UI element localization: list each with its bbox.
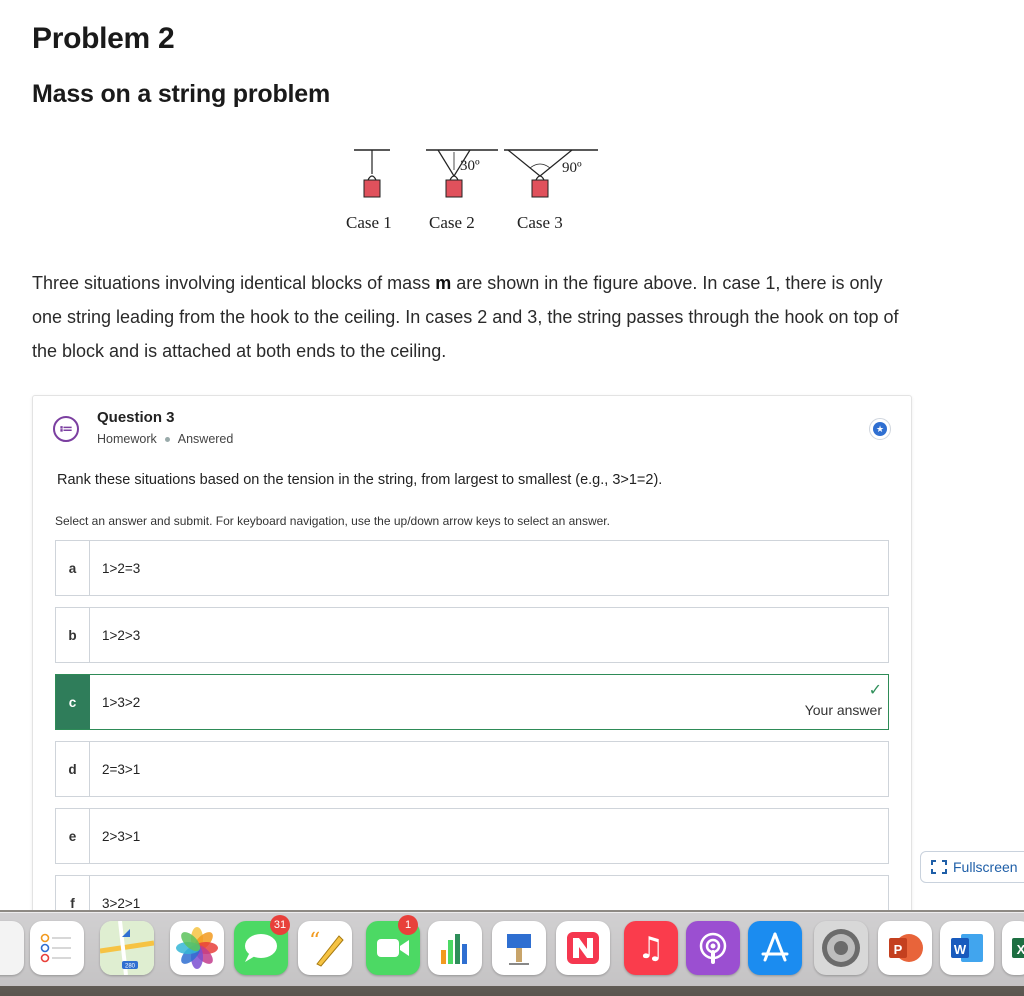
answer-option-e[interactable]: e 2>3>1: [55, 808, 889, 864]
reminders-icon[interactable]: [30, 921, 84, 975]
facetime-badge: 1: [398, 915, 418, 935]
case1-diagram: [354, 149, 390, 198]
maps-icon[interactable]: 280: [100, 921, 154, 975]
your-answer-indicator: ✓ Your answer: [804, 682, 882, 719]
answer-text: 1>2>3: [102, 627, 141, 643]
dock: 280 31 “ 1 ♫ P W X: [0, 912, 1024, 986]
photos-icon[interactable]: [170, 921, 224, 975]
excel-icon[interactable]: X: [1002, 921, 1024, 975]
freeform-icon[interactable]: “: [298, 921, 352, 975]
answer-text: 1>3>2: [102, 694, 141, 710]
question-title: Question 3: [97, 409, 175, 426]
answer-option-f[interactable]: f 3>2>1: [55, 875, 889, 910]
case1-label: Case 1: [346, 213, 392, 232]
your-answer-label: Your answer: [804, 702, 882, 718]
answer-option-d[interactable]: d 2=3>1: [55, 741, 889, 797]
page-title: Problem 2: [32, 22, 175, 55]
case2-angle: 30º: [460, 158, 480, 174]
fullscreen-button[interactable]: Fullscreen: [920, 851, 1024, 883]
system-settings-icon[interactable]: [814, 921, 868, 975]
question-prompt: Rank these situations based on the tensi…: [57, 472, 663, 488]
answer-list: a 1>2=3 b 1>2>3 c 1>3>2 ✓ Your answer d …: [55, 540, 889, 910]
answer-option-c[interactable]: c 1>3>2 ✓ Your answer: [55, 674, 889, 730]
answer-letter: a: [56, 541, 90, 595]
page-subtitle: Mass on a string problem: [32, 80, 331, 108]
answer-letter: c: [56, 675, 90, 729]
page-content: Problem 2 Mass on a string problem 30º 9…: [0, 0, 1024, 910]
case2-diagram: 30º: [426, 149, 498, 198]
numbers-icon[interactable]: [428, 921, 482, 975]
answer-option-a[interactable]: a 1>2=3: [55, 540, 889, 596]
svg-text:X: X: [1017, 942, 1024, 957]
svg-text:P: P: [894, 942, 903, 957]
case2-label: Case 2: [429, 213, 475, 232]
keynote-icon[interactable]: [492, 921, 546, 975]
svg-text:280: 280: [125, 964, 136, 970]
question-card: ≔ Question 3 Homework Answered ★ Rank th…: [32, 395, 912, 910]
case3-label: Case 3: [517, 213, 563, 232]
intro-text-1: Three situations involving identical blo…: [32, 273, 436, 293]
answer-text: 2>3>1: [102, 828, 141, 844]
bookmark-button[interactable]: ★: [869, 418, 891, 440]
checkmark-icon: ✓: [868, 682, 882, 699]
separator-dot: [164, 436, 170, 442]
svg-text:W: W: [954, 942, 967, 957]
answer-text: 1>2=3: [102, 560, 141, 576]
svg-text:“: “: [309, 929, 320, 954]
answer-letter: d: [56, 742, 90, 796]
fullscreen-label: Fullscreen: [953, 859, 1018, 875]
news-icon[interactable]: [556, 921, 610, 975]
cases-figure: 30º 90º Case 1 Case 2 Case 3: [330, 140, 630, 240]
case3-diagram: 90º: [504, 149, 598, 198]
answer-text: 3>2>1: [102, 895, 141, 911]
answer-text: 2=3>1: [102, 761, 141, 777]
podcasts-icon[interactable]: [686, 921, 740, 975]
case3-angle: 90º: [562, 160, 582, 176]
question-status: Answered: [177, 432, 234, 446]
problem-description: Three situations involving identical blo…: [32, 266, 912, 368]
list-icon: ≔: [53, 416, 79, 442]
app-store-icon[interactable]: [748, 921, 802, 975]
powerpoint-icon[interactable]: P: [878, 921, 932, 975]
answer-letter: b: [56, 608, 90, 662]
answer-option-b[interactable]: b 1>2>3: [55, 607, 889, 663]
word-icon[interactable]: W: [940, 921, 994, 975]
question-type: Homework: [97, 432, 157, 446]
partial-app-icon[interactable]: [0, 921, 24, 975]
music-icon[interactable]: ♫: [624, 921, 678, 975]
mass-symbol: m: [435, 273, 452, 293]
question-instructions: Select an answer and submit. For keyboar…: [55, 514, 610, 528]
answer-letter: e: [56, 809, 90, 863]
fullscreen-icon: [931, 860, 947, 874]
star-icon: ★: [873, 422, 887, 436]
answer-letter: f: [56, 876, 90, 910]
question-meta: Homework Answered: [97, 432, 233, 446]
messages-badge: 31: [270, 915, 290, 935]
